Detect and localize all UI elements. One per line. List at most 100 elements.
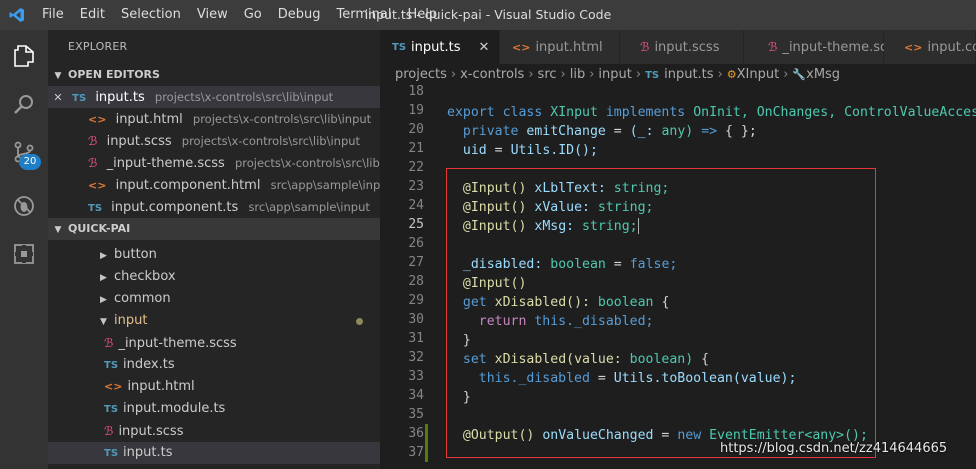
line-number: 32 xyxy=(408,350,424,365)
scss-file-icon: ℬ xyxy=(640,40,650,54)
breadcrumb-item[interactable]: lib xyxy=(570,67,585,82)
search-icon[interactable] xyxy=(0,80,48,128)
typescript-file-icon: TS xyxy=(104,448,119,459)
line-number: 19 xyxy=(408,103,424,118)
line-number: 24 xyxy=(408,198,424,213)
open-editor-item[interactable]: ✕ TS input.ts projects\x-controls\src\li… xyxy=(48,86,380,108)
project-header[interactable]: ▼ QUICK-PAI xyxy=(48,218,380,240)
chevron-right-icon: › xyxy=(717,67,723,82)
typescript-file-icon: TS xyxy=(72,93,87,104)
scss-file-icon: ℬ xyxy=(104,424,114,438)
chevron-down-icon: ▼ xyxy=(100,317,107,327)
menu-help[interactable]: Help xyxy=(399,0,445,30)
file-item[interactable]: TS input.ts xyxy=(48,442,380,464)
open-editor-item[interactable]: ℬ _input-theme.scss projects\x-controls\… xyxy=(48,152,380,174)
debug-icon[interactable] xyxy=(0,182,48,230)
tab-input-html[interactable]: <> input.html xyxy=(500,30,620,64)
breadcrumb-item[interactable]: src xyxy=(538,67,557,82)
chevron-right-icon: › xyxy=(635,67,642,82)
open-editor-item[interactable]: <> input.html projects\x-controls\src\li… xyxy=(48,108,380,130)
line-number: 35 xyxy=(408,407,424,422)
html-file-icon: <> xyxy=(88,113,107,126)
chevron-right-icon: ▶ xyxy=(100,273,107,283)
line-number: 18 xyxy=(408,84,424,99)
explorer-sidebar: EXPLORER ▼ OPEN EDITORS ✕ TS input.ts pro… xyxy=(48,30,380,469)
chevron-down-icon: ▼ xyxy=(54,225,62,235)
open-editor-item[interactable]: ℬ input.scss projects\x-controls\src\lib… xyxy=(48,130,380,152)
typescript-file-icon: TS xyxy=(645,70,660,81)
breadcrumb-item[interactable]: x-controls xyxy=(460,67,524,82)
open-editor-item[interactable]: TS input.component.ts src\app\sample\inp… xyxy=(48,196,380,218)
line-number: 33 xyxy=(408,369,424,384)
close-icon[interactable]: ✕ xyxy=(478,40,489,55)
typescript-file-icon: TS xyxy=(392,41,407,53)
file-item[interactable]: <> input.html xyxy=(48,376,380,398)
tab-input-component[interactable]: <>input.com xyxy=(884,30,976,64)
breadcrumb-item[interactable]: xMsg xyxy=(806,67,840,82)
breadcrumb-item[interactable]: XInput xyxy=(737,67,780,82)
typescript-file-icon: TS xyxy=(88,203,103,214)
breadcrumb-item[interactable]: input xyxy=(598,67,631,82)
code-line: uid = Utils.ID(); xyxy=(462,143,598,158)
open-editor-item[interactable]: <> input.component.html src\app\sample\i… xyxy=(48,174,380,196)
line-number: 21 xyxy=(408,141,424,156)
tab-input-scss[interactable]: ℬinput.scss xyxy=(620,30,744,64)
property-icon: 🔧 xyxy=(792,68,807,81)
chevron-down-icon: ▼ xyxy=(54,71,62,81)
line-number: 23 xyxy=(408,179,424,194)
scm-badge: 20 xyxy=(19,154,41,170)
watermark: https://blog.csdn.net/zz414644665 xyxy=(720,441,948,456)
title-bar: File Edit Selection View Go Debug Termin… xyxy=(0,0,976,30)
chevron-right-icon: ▶ xyxy=(100,295,107,305)
line-number: 26 xyxy=(408,236,424,251)
line-number: 28 xyxy=(408,274,424,289)
folder-item[interactable]: ▶ checkbox xyxy=(48,266,380,288)
file-item[interactable]: TS input.module.ts xyxy=(48,398,380,420)
explorer-icon[interactable] xyxy=(0,32,48,80)
breadcrumb-item[interactable]: input.ts xyxy=(664,67,713,82)
line-number: 20 xyxy=(408,122,424,137)
menu-selection[interactable]: Selection xyxy=(113,0,189,30)
line-number: 37 xyxy=(408,445,424,460)
class-icon: ⚙ xyxy=(726,68,737,81)
vscode-logo-icon xyxy=(0,0,34,30)
chevron-right-icon: › xyxy=(783,67,789,82)
close-icon[interactable]: ✕ xyxy=(48,87,68,109)
scss-file-icon: ℬ xyxy=(104,336,114,350)
folder-item[interactable]: ▶ common xyxy=(48,288,380,310)
file-item[interactable]: TS index.ts xyxy=(48,354,380,376)
line-number: 22 xyxy=(408,160,424,175)
chevron-right-icon: › xyxy=(589,67,595,82)
file-item[interactable]: ℬ _input-theme.scss xyxy=(48,332,380,354)
tab-input-theme-scss[interactable]: ℬ _input-theme.scss xyxy=(744,30,901,64)
highlight-box xyxy=(446,168,876,458)
scss-file-icon: ℬ xyxy=(88,134,98,148)
tab-input-ts[interactable]: TS input.ts ✕ xyxy=(380,30,500,64)
html-file-icon: <> xyxy=(88,179,107,192)
menu-edit[interactable]: Edit xyxy=(72,0,113,30)
menu-view[interactable]: View xyxy=(189,0,236,30)
folder-item[interactable]: ▶ button xyxy=(48,244,380,266)
line-number: 29 xyxy=(408,293,424,308)
menu-debug[interactable]: Debug xyxy=(270,0,329,30)
explorer-title: EXPLORER xyxy=(68,40,128,53)
line-number-gutter: 18 19 20 21 22 23 24 25 26 27 28 29 30 3… xyxy=(380,84,442,469)
line-number: 25 xyxy=(408,217,424,232)
menu-terminal[interactable]: Terminal xyxy=(329,0,400,30)
typescript-file-icon: TS xyxy=(104,360,119,371)
menu-file[interactable]: File xyxy=(34,0,72,30)
code-line: private emitChange = (_: any) => { }; xyxy=(462,124,757,139)
editor-tabs: TS input.ts ✕ <> input.html ℬinput.scss ℬ… xyxy=(380,30,976,64)
line-number: 34 xyxy=(408,388,424,403)
folder-item[interactable]: ▼ input xyxy=(48,310,380,332)
modified-dot-icon xyxy=(356,318,363,325)
breadcrumb: projects › x-controls › src › lib › input › TS inpu… xyxy=(380,64,976,86)
html-file-icon: <> xyxy=(104,380,123,393)
scss-file-icon: ℬ xyxy=(768,40,778,54)
file-item[interactable]: ℬinput.scss xyxy=(48,420,380,442)
breadcrumb-item[interactable]: projects xyxy=(395,67,447,82)
open-editors-header[interactable]: ▼ OPEN EDITORS xyxy=(48,64,380,86)
extensions-icon[interactable] xyxy=(0,230,48,278)
scss-file-icon: ℬ xyxy=(88,156,98,170)
menu-go[interactable]: Go xyxy=(236,0,270,30)
